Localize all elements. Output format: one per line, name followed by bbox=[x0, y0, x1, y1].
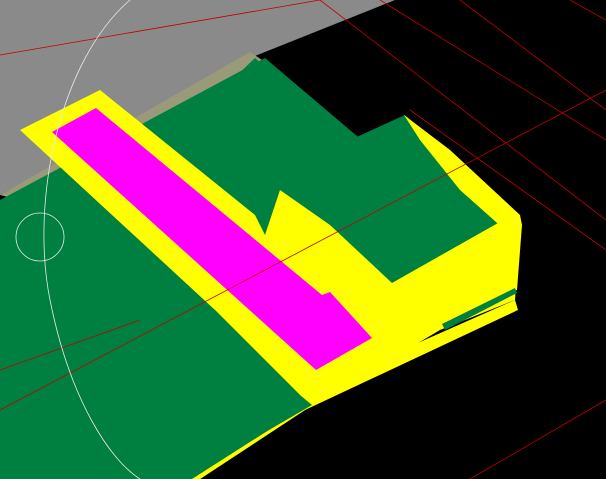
3d-pcb-viewport[interactable] bbox=[0, 0, 606, 479]
3d-scene[interactable] bbox=[0, 0, 606, 479]
